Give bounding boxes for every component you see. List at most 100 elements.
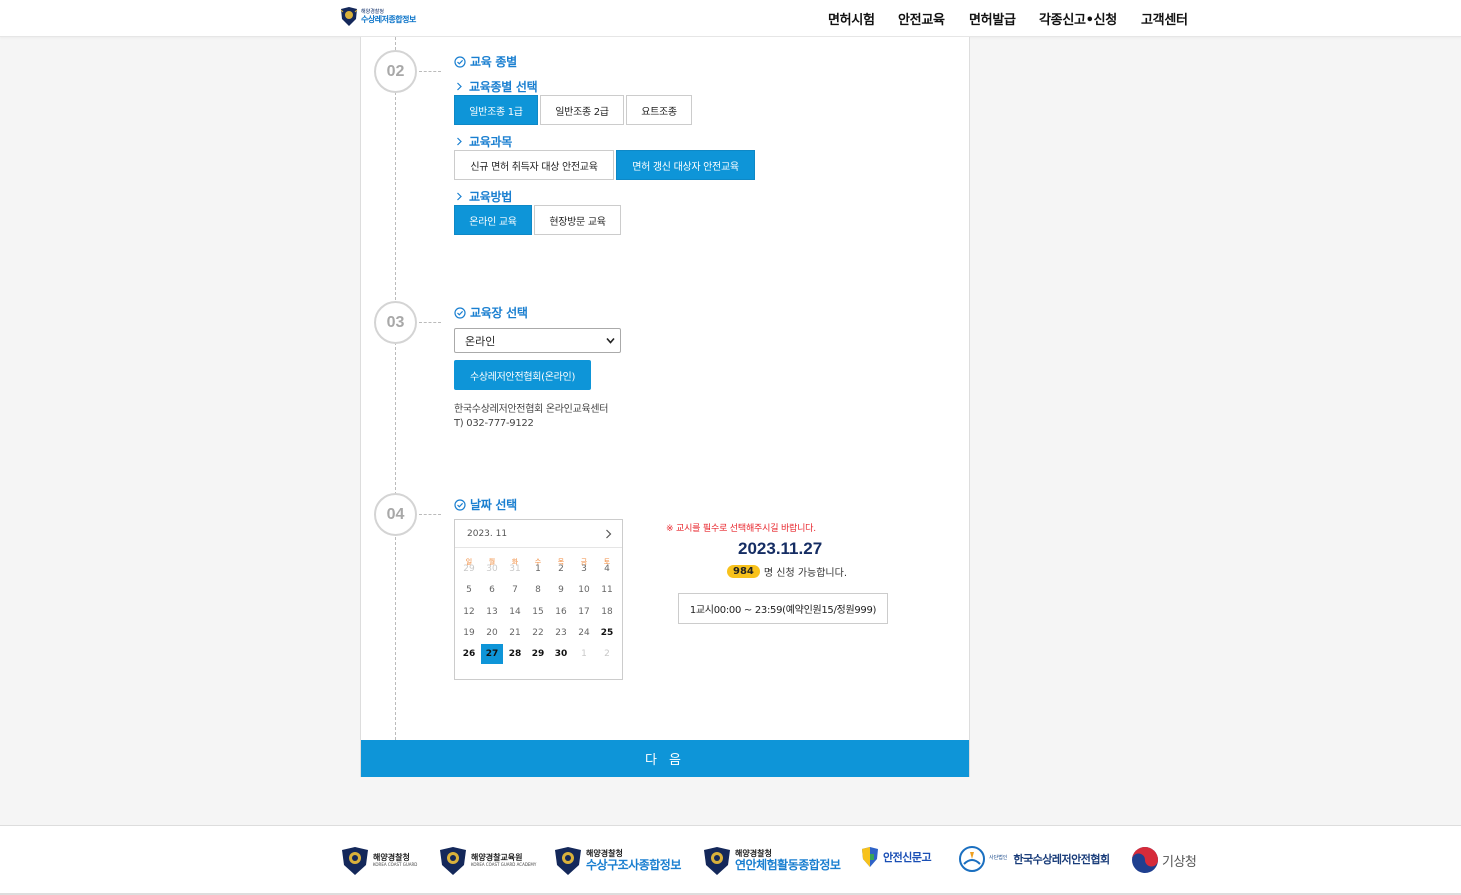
reservation-card: 02 교육 종별 교육종별 선택 일반조종 1급 일반조종 2급 요트조종 교육… [360,37,970,777]
section-title-text: 교육 종별 [470,55,517,69]
calendar-day[interactable]: 28 [504,644,526,664]
calendar-day[interactable]: 30 [550,644,572,664]
calendar-day[interactable]: 27 [481,644,503,664]
step-04-badge: 04 [374,493,417,536]
calendar-month: 2023. 11 [467,529,508,539]
shield-icon [862,847,878,867]
course-option-renewal[interactable]: 면허 갱신 대상자 안전교육 [616,150,755,180]
calendar-day: 17 [578,607,590,617]
next-button[interactable]: 다 음 [361,740,969,777]
selected-date: 2023.11.27 [738,539,823,558]
calendar-day: 11 [601,585,613,595]
footer-assoc-prefix: 사단법인 [989,855,1008,862]
section-title-education-type: 교육 종별 [454,53,517,70]
footer-assoc-name: 한국수상레저안전협회 [1013,853,1110,866]
coast-guard-emblem-icon [342,847,368,875]
venue-place-button[interactable]: 수상레저안전협회(온라인) [454,360,591,390]
type-option-class2[interactable]: 일반조종 2급 [540,95,624,125]
coast-guard-emblem-icon [340,7,358,26]
method-option-online[interactable]: 온라인 교육 [454,205,532,235]
calendar-day: 30 [486,564,498,574]
calendar-day: 21 [509,628,521,638]
calendar-day[interactable]: 26 [458,644,480,664]
calendar-day: 3 [581,564,587,574]
calendar-day: 7 [512,585,518,595]
footer-logo-academy[interactable]: 해양경찰교육원 KOREA COAST GUARD ACADEMY [438,846,536,876]
subtitle-text: 교육종별 선택 [469,80,538,94]
footer-logo-safety-report[interactable]: 안전신문고 [860,846,932,868]
step-02-dash [419,71,441,72]
step-04-dash [419,514,441,515]
calendar-day: 20 [486,628,498,638]
footer-logo-association[interactable]: 사단법인 한국수상레저안전협회 [958,846,1110,872]
calendar-day: 10 [578,585,590,595]
calendar-day: 18 [601,607,613,617]
type-option-yacht[interactable]: 요트조종 [626,95,692,125]
section-title-date: 날짜 선택 [454,496,517,513]
calendar-day: 19 [463,628,475,638]
calendar-day: 12 [463,607,475,617]
step-03-badge: 03 [374,301,417,344]
site-logo[interactable]: 해양경찰청 수상레저종합정보 [340,7,416,26]
coast-guard-emblem-icon [440,847,466,875]
chevron-right-icon[interactable] [605,529,612,539]
calendar-day[interactable]: 29 [527,644,549,664]
chevron-right-icon [457,82,462,91]
venue-region-select[interactable]: 온라인 [454,328,621,353]
site-footer: 해양경찰청 KOREA COAST GUARD 해양경찰교육원 KOREA CO… [0,825,1461,895]
course-option-new[interactable]: 신규 면허 취득자 대상 안전교육 [454,150,614,180]
subtitle-course: 교육과목 [456,133,512,150]
footer-rescue-name: 수상구조사종합정보 [586,857,681,872]
method-option-onsite[interactable]: 현장방문 교육 [534,205,621,235]
subtitle-text: 교육방법 [469,190,512,204]
logo-agency: 해양경찰청 [361,8,385,15]
calendar-day[interactable]: 25 [596,623,618,643]
nav-customer-center[interactable]: 고객센터 [1141,9,1188,28]
subtitle-method: 교육방법 [456,188,512,205]
section-title-text: 날짜 선택 [470,498,517,512]
coast-guard-emblem-icon [555,847,581,875]
availability-text: 명 신청 가능합니다. [763,568,848,579]
association-emblem-icon [959,846,985,872]
availability-line: 984 명 신청 가능합니다. [727,564,847,579]
chevron-down-icon [606,337,615,344]
type-option-class1[interactable]: 일반조종 1급 [454,95,538,125]
calendar-header: 2023. 11 [455,520,622,548]
calendar-day: 14 [509,607,521,617]
calendar-day: 5 [466,585,472,595]
section-title-text: 교육장 선택 [470,306,528,320]
nav-license-issue[interactable]: 면허발급 [969,9,1016,28]
session-slot-button[interactable]: 1교시00:00 ~ 23:59(예약인원15/정원999) [678,593,888,624]
footer-logo-kma[interactable]: 기상청 [1131,846,1197,874]
footer-logo-kcg[interactable]: 해양경찰청 KOREA COAST GUARD [340,846,417,876]
check-circle-icon [454,498,466,511]
logo-title: 수상레저종합정보 [361,14,416,24]
subtitle-type-select: 교육종별 선택 [456,78,538,95]
venue-info-name: 한국수상레저안전협회 온라인교육센터 [454,404,609,415]
date-calendar: 2023. 11 일 월 화 수 목 금 토 29 30 31 1 2 3 4 5 6 7 8 9 10 11 12 13 1… [454,519,623,680]
step-02-badge: 02 [374,50,417,93]
calendar-day: 2 [604,649,610,659]
available-count-badge: 984 [727,565,760,578]
footer-kcg-sub: KOREA COAST GUARD [373,862,418,868]
calendar-day: 16 [555,607,567,617]
nav-reports-applications[interactable]: 각종신고•신청 [1039,9,1117,28]
venue-select-value: 온라인 [465,334,496,348]
footer-logo-coastal[interactable]: 해양경찰청 연안체험활동종합정보 [702,846,841,876]
step-connector-line [395,37,396,740]
footer-logo-rescue[interactable]: 해양경찰청 수상구조사종합정보 [553,846,681,876]
venue-info-phone: T) 032-777-9122 [454,418,534,429]
nav-safety-education[interactable]: 안전교육 [898,9,945,28]
calendar-day: 6 [489,585,495,595]
calendar-day: 9 [558,585,564,595]
calendar-day: 31 [509,564,521,574]
calendar-day: 2 [558,564,564,574]
calendar-day: 24 [578,628,590,638]
calendar-day: 29 [463,564,475,574]
step-03-dash [419,322,441,323]
footer-safety-report-name: 안전신문고 [883,851,932,864]
taegeuk-icon [1132,847,1158,873]
nav-license-exam[interactable]: 면허시험 [828,9,875,28]
calendar-day: 13 [486,607,498,617]
check-circle-icon [454,306,466,319]
